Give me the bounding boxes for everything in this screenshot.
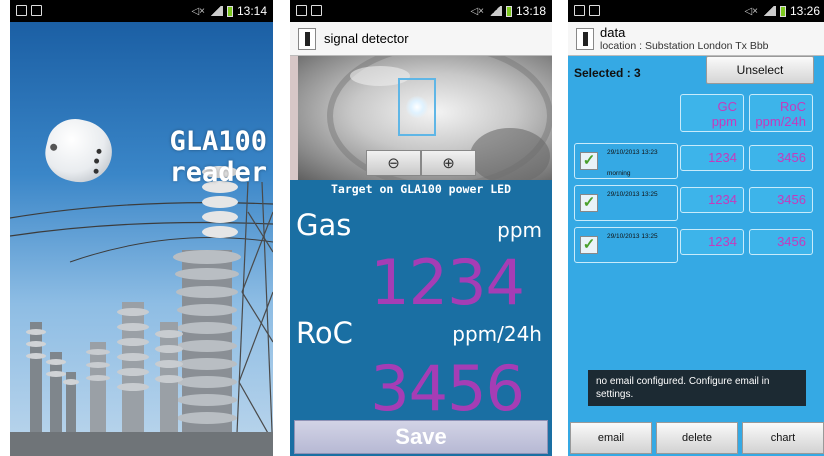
header-gc: GC ppm [680, 94, 744, 132]
file-icon [589, 5, 600, 16]
led-glow [406, 96, 428, 118]
mute-icon: ◁× [191, 5, 205, 17]
data-screen: ◁× 13:26 data location : Substation Lond… [568, 0, 824, 456]
row-checkbox[interactable]: ✓ [580, 194, 598, 212]
file-icon [311, 5, 322, 16]
splash-title-line1: GLA100 [169, 126, 267, 157]
gas-label: Gas [296, 208, 352, 242]
selected-count: Selected : 3 [574, 66, 641, 80]
row-roc-value: 3456 [749, 145, 813, 171]
bottom-action-bar: email delete chart [568, 422, 824, 456]
signal-icon [761, 6, 776, 16]
header-roc: RoC ppm/24h [749, 94, 813, 132]
gas-unit: ppm [497, 218, 542, 242]
gas-value: 1234 [370, 246, 525, 319]
signal-detector-screen: ◁× 13:18 signal detector ⊖ ⊕ Target on G… [290, 0, 552, 456]
delete-button[interactable]: delete [656, 422, 738, 454]
row-gc-value: 1234 [680, 145, 744, 171]
battery-icon [505, 5, 512, 17]
splash-title-line2: reader [169, 157, 267, 188]
substation-background: GLA100 reader [10, 22, 273, 456]
roc-value: 3456 [370, 352, 525, 425]
status-bar: ◁× 13:18 [290, 0, 552, 22]
row-roc-value: 3456 [749, 187, 813, 213]
splash-screen: ◁× 13:14 GLA100 reader [10, 0, 273, 456]
row-date: 29/10/2013 13:25 [607, 191, 658, 198]
save-button[interactable]: Save [294, 420, 548, 454]
roc-unit: ppm/24h [452, 322, 542, 346]
chart-button[interactable]: chart [742, 422, 824, 454]
mute-icon: ◁× [470, 5, 484, 17]
header-roc-label: RoC [779, 99, 806, 114]
table-row[interactable]: ✓ 29/10/2013 13:25 [574, 185, 678, 221]
table-row[interactable]: ✓ 29/10/2013 13:25 [574, 227, 678, 263]
header-gc-label: GC [717, 99, 738, 114]
toast-message: no email configured. Configure email in … [588, 370, 806, 406]
unselect-button[interactable]: Unselect [706, 56, 814, 84]
clock: 13:26 [789, 4, 820, 18]
splash-title: GLA100 reader [145, 126, 273, 188]
zoom-out-button[interactable]: ⊖ [366, 150, 421, 176]
clock: 13:14 [236, 4, 267, 18]
row-gc-value: 1234 [680, 229, 744, 255]
row-date: 29/10/2013 13:25 [607, 233, 658, 240]
action-bar: data location : Substation London Tx Bbb [568, 22, 824, 56]
substation-illustration [10, 166, 273, 456]
action-bar: signal detector [290, 22, 552, 56]
camera-preview[interactable]: ⊖ ⊕ [290, 56, 552, 180]
battery-icon [779, 5, 786, 17]
email-button[interactable]: email [570, 422, 652, 454]
header-roc-unit: ppm/24h [755, 114, 806, 129]
battery-icon [226, 5, 233, 17]
app-icon[interactable] [576, 28, 594, 50]
zoom-in-button[interactable]: ⊕ [421, 150, 476, 176]
row-checkbox[interactable]: ✓ [580, 236, 598, 254]
roc-label: RoC [296, 316, 353, 350]
table-row[interactable]: ✓ 29/10/2013 13:23 morning [574, 143, 678, 179]
zoom-in-icon: ⊕ [442, 155, 455, 172]
status-bar: ◁× 13:14 [10, 0, 273, 22]
row-checkbox[interactable]: ✓ [580, 152, 598, 170]
header-gc-unit: ppm [711, 114, 737, 129]
app-icon[interactable] [298, 27, 316, 50]
image-icon [296, 5, 307, 16]
signal-icon [487, 6, 502, 16]
zoom-controls: ⊖ ⊕ [366, 150, 476, 176]
status-bar: ◁× 13:26 [568, 0, 824, 22]
image-icon [574, 5, 585, 16]
row-date: 29/10/2013 13:23 [607, 149, 658, 156]
clock: 13:18 [515, 4, 546, 18]
location-subtitle: location : Substation London Tx Bbb [600, 40, 769, 52]
screen-title: data [600, 25, 626, 40]
target-instruction: Target on GLA100 power LED [330, 182, 511, 196]
row-roc-value: 3456 [749, 229, 813, 255]
row-note: morning [607, 170, 631, 177]
row-gc-value: 1234 [680, 187, 744, 213]
screen-title: signal detector [324, 31, 409, 46]
mute-icon: ◁× [744, 5, 758, 17]
signal-icon [208, 6, 223, 16]
image-icon [16, 5, 27, 16]
led-target-box [398, 78, 436, 136]
zoom-out-icon: ⊖ [387, 155, 400, 172]
file-icon [31, 5, 42, 16]
